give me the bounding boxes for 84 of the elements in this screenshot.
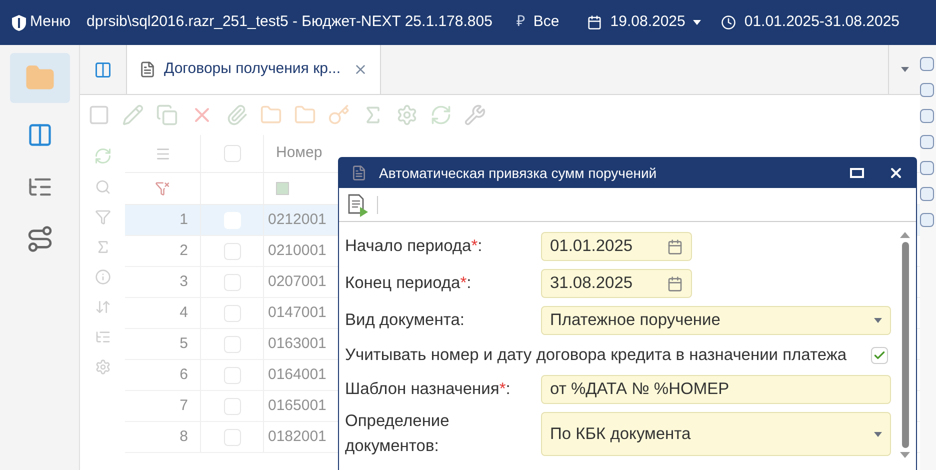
table-cell-text: 0182001 — [267, 426, 328, 447]
folder-button[interactable] — [10, 53, 70, 103]
row-checkbox[interactable] — [224, 242, 240, 260]
scroll-up-icon[interactable] — [900, 232, 910, 238]
window-title: dprsib\sql2016.razr_251_test5 - Бюджет-NEXT 25.1.178.805 — [86, 12, 492, 32]
row-number: 2 — [125, 236, 201, 266]
tree-icon[interactable] — [94, 329, 110, 345]
new-icon[interactable] — [88, 104, 110, 126]
header-checkbox[interactable] — [224, 145, 240, 162]
row-checkbox[interactable] — [224, 274, 240, 290]
scroll-down-icon[interactable] — [900, 452, 910, 458]
table-cell-text: 0147001 — [267, 302, 328, 323]
table-cell-text: 0163001 — [267, 334, 328, 354]
checkbox-label: Учитывать номер и дату договора кредита в назначении платежа — [345, 344, 847, 366]
paperclip-icon[interactable] — [226, 104, 248, 126]
row-checkbox[interactable] — [224, 366, 240, 384]
row-number: 4 — [125, 298, 201, 328]
folder-icon[interactable] — [294, 104, 316, 126]
text-field[interactable]: от %ДАТА № %НОМЕР — [541, 375, 891, 404]
filter-icon[interactable] — [94, 209, 110, 225]
row-checkbox[interactable] — [224, 398, 240, 414]
field-label: Шаблон назначения*: — [345, 379, 512, 400]
caret-icon — [900, 67, 908, 72]
panels-icon — [94, 60, 112, 78]
dropdown-field[interactable]: Платежное поручение — [541, 306, 891, 335]
sort-icon[interactable] — [94, 299, 110, 315]
document-icon — [351, 165, 367, 181]
period-selector[interactable]: 01.01.2025-31.08.2025 — [721, 11, 900, 34]
dropdown-field[interactable]: По КБК документа — [541, 412, 891, 456]
dialog-title: Автоматическая привязка сумм поручений — [379, 164, 658, 183]
maximize-button[interactable] — [850, 168, 864, 178]
currency-selector[interactable]: ₽ Все — [516, 11, 560, 34]
table-cell-text: 0212001 — [267, 210, 328, 230]
run-document-icon[interactable] — [347, 192, 369, 216]
table-cell-text: 0207001 — [267, 272, 328, 292]
table-cell-text: 0210001 — [267, 240, 328, 261]
key-icon[interactable] — [328, 104, 350, 126]
field-label: Конец периода*: — [345, 273, 472, 294]
table-cell-text: 0165001 — [267, 396, 328, 416]
refresh-icon[interactable] — [430, 104, 452, 126]
calendar-icon[interactable] — [667, 276, 683, 292]
wrench-icon[interactable] — [464, 104, 486, 126]
field-label: Вид документа: — [345, 310, 466, 332]
row-number: 6 — [125, 360, 201, 390]
settings-icon[interactable] — [94, 359, 110, 375]
menu-icon[interactable] — [154, 146, 170, 162]
panels-icon — [26, 122, 52, 148]
field-label: Начало периода*: — [345, 236, 484, 258]
close-icon[interactable] — [888, 165, 904, 181]
document-icon — [139, 61, 156, 78]
route-icon — [26, 225, 54, 253]
gear-icon[interactable] — [396, 104, 418, 126]
calendar-icon[interactable] — [667, 238, 683, 254]
field-label: Определение документов: — [345, 411, 450, 457]
refresh-icon[interactable] — [94, 147, 112, 165]
caret-icon — [874, 432, 882, 436]
document-tab[interactable]: Договоры получения кр... — [127, 45, 380, 94]
menu-button[interactable]: Меню — [12, 11, 71, 34]
checkbox[interactable] — [871, 346, 888, 364]
row-number: 8 — [125, 422, 201, 452]
caret-icon — [874, 318, 882, 323]
row-checkbox[interactable] — [224, 336, 240, 352]
row-checkbox[interactable] — [224, 428, 240, 446]
date-selector[interactable]: 19.08.2025 — [587, 11, 702, 34]
date-field[interactable]: 01.01.2025 — [541, 232, 692, 261]
filter-clear-icon[interactable] — [155, 181, 170, 196]
search-icon[interactable] — [94, 179, 110, 195]
filter-toggle[interactable] — [276, 182, 289, 195]
copy-icon[interactable] — [156, 104, 178, 126]
folder-icon[interactable] — [260, 104, 282, 126]
info-icon[interactable] — [94, 269, 110, 285]
shield-icon — [12, 14, 26, 30]
date-field[interactable]: 31.08.2025 — [541, 269, 692, 298]
row-number: 7 — [125, 391, 201, 421]
check-icon — [873, 348, 886, 362]
pencil-icon[interactable] — [122, 104, 144, 126]
row-number: 5 — [125, 329, 201, 359]
row-number: 3 — [125, 267, 201, 297]
row-number: 1 — [125, 205, 201, 235]
caret-icon — [693, 20, 702, 25]
clock-icon — [721, 15, 736, 30]
row-checkbox[interactable] — [224, 304, 240, 322]
calendar-icon — [587, 15, 602, 30]
table-cell-text: 0164001 — [267, 364, 328, 385]
